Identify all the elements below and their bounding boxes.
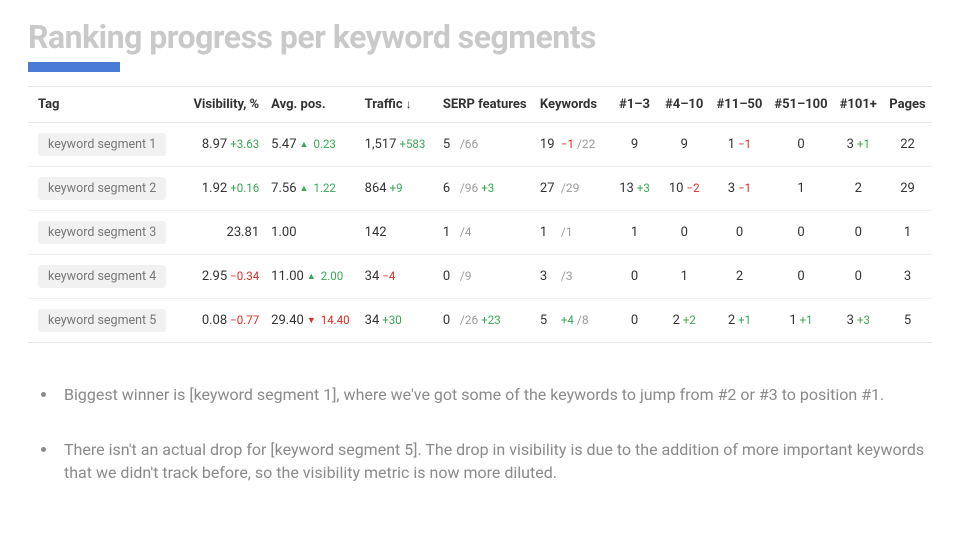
triangle-up-icon — [297, 181, 311, 196]
table-row: keyword segment 42.95−0.3411.002.0034−40… — [28, 255, 932, 299]
delta: +3 — [478, 181, 494, 195]
delta: −0.77 — [227, 313, 259, 327]
triangle-up-icon — [297, 137, 311, 152]
tag-pill[interactable]: keyword segment 5 — [38, 309, 166, 332]
delta: −2 — [684, 181, 700, 195]
delta: +3.63 — [227, 137, 259, 151]
delta: 0.23 — [310, 137, 335, 151]
tag-pill[interactable]: keyword segment 3 — [38, 221, 166, 244]
table-header: Tag Visibility, % Avg. pos. Traffic SERP… — [28, 87, 932, 123]
col-101[interactable]: #101+ — [834, 87, 883, 123]
note-item: Biggest winner is [keyword segment 1], w… — [58, 383, 932, 406]
col-visibility[interactable]: Visibility, % — [180, 87, 265, 123]
col-serp[interactable]: SERP features — [437, 87, 534, 123]
tag-pill[interactable]: keyword segment 2 — [38, 177, 166, 200]
delta: +3 — [634, 181, 650, 195]
delta: 1.22 — [310, 181, 335, 195]
title-underline — [28, 62, 120, 72]
col-4-10[interactable]: #4–10 — [658, 87, 711, 123]
triangle-up-icon — [304, 269, 318, 284]
delta: −1 — [735, 137, 751, 151]
delta: +0.16 — [227, 181, 259, 195]
table-row: keyword segment 21.92+0.167.561.22864+96… — [28, 167, 932, 211]
delta: 14.40 — [318, 313, 350, 327]
delta: +1 — [854, 137, 870, 151]
table-row: keyword segment 18.97+3.635.470.231,517+… — [28, 123, 932, 167]
delta: +2 — [680, 313, 696, 327]
notes-list: Biggest winner is [keyword segment 1], w… — [28, 383, 932, 485]
delta: +1 — [735, 313, 751, 327]
col-keywords[interactable]: Keywords — [534, 87, 611, 123]
col-traffic[interactable]: Traffic — [359, 87, 437, 123]
delta: +4 — [558, 313, 574, 327]
delta: −4 — [379, 269, 395, 283]
ranking-table: Tag Visibility, % Avg. pos. Traffic SERP… — [28, 86, 932, 343]
triangle-down-icon — [304, 313, 318, 328]
delta: +9 — [387, 181, 403, 195]
sort-desc-icon: Traffic — [365, 97, 412, 112]
col-avg-pos[interactable]: Avg. pos. — [265, 87, 358, 123]
table-row: keyword segment 50.08−0.7729.4014.4034+3… — [28, 299, 932, 343]
col-11-50[interactable]: #11–50 — [711, 87, 769, 123]
delta: 2.00 — [318, 269, 343, 283]
delta: −1 — [558, 137, 574, 151]
tag-pill[interactable]: keyword segment 1 — [38, 133, 166, 156]
col-1-3[interactable]: #1–3 — [611, 87, 658, 123]
delta: +1 — [797, 313, 813, 327]
col-51-100[interactable]: #51–100 — [768, 87, 833, 123]
tag-pill[interactable]: keyword segment 4 — [38, 265, 166, 288]
table-row: keyword segment 323.811.001421/41/110000… — [28, 211, 932, 255]
col-tag[interactable]: Tag — [28, 87, 180, 123]
page-title: Ranking progress per keyword segments — [28, 18, 932, 56]
note-item: There isn't an actual drop for [keyword … — [58, 438, 932, 484]
delta: +583 — [396, 137, 425, 151]
col-pages[interactable]: Pages — [883, 87, 932, 123]
delta: +30 — [379, 313, 401, 327]
delta: +23 — [478, 313, 500, 327]
delta: +3 — [854, 313, 870, 327]
delta: −1 — [735, 181, 751, 195]
delta: −0.34 — [227, 269, 259, 283]
